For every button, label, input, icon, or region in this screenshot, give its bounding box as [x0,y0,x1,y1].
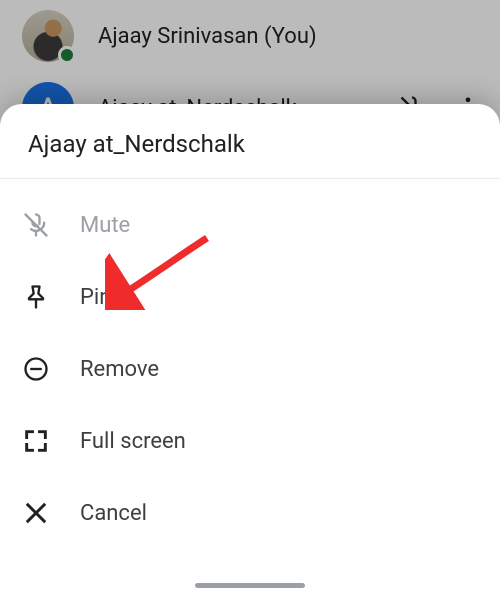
menu-label: Full screen [80,429,186,454]
menu-label: Cancel [80,501,147,526]
sheet-title: Ajaay at_Nerdschalk [0,104,500,178]
menu-item-pin[interactable]: Pin [0,261,500,333]
menu-item-mute: Mute [0,189,500,261]
remove-icon [22,355,50,383]
pin-icon [22,283,50,311]
fullscreen-icon [22,427,50,455]
mic-off-icon [22,211,50,239]
menu-item-fullscreen[interactable]: Full screen [0,405,500,477]
menu-item-cancel[interactable]: Cancel [0,477,500,549]
sheet-drag-handle[interactable] [195,583,305,588]
menu-label: Mute [80,213,130,238]
menu-label: Remove [80,357,159,382]
close-icon [22,499,50,527]
menu-label: Pin [80,285,111,310]
participant-action-sheet: Ajaay at_Nerdschalk Mute Pin Remove [0,104,500,598]
menu-item-remove[interactable]: Remove [0,333,500,405]
